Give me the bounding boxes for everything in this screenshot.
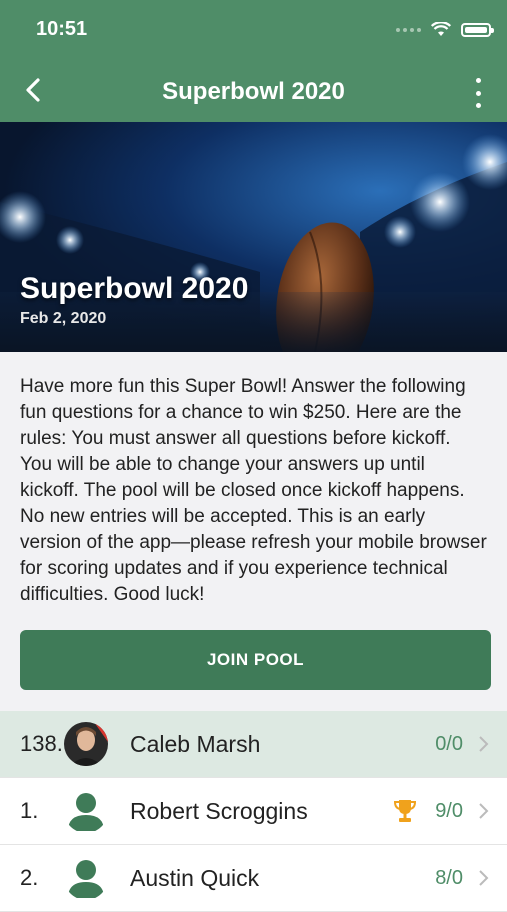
leaderboard-row[interactable]: 2. Austin Quick 8/0 xyxy=(0,845,507,912)
person-icon xyxy=(64,856,108,900)
score: 0/0 xyxy=(435,732,463,755)
leaderboard-row[interactable]: 1. Robert Scroggins 9/0 xyxy=(0,778,507,845)
score: 9/0 xyxy=(435,799,463,822)
signal-icon xyxy=(396,27,421,32)
wifi-icon xyxy=(431,22,451,36)
person-icon xyxy=(64,789,108,833)
hero-date: Feb 2, 2020 xyxy=(20,310,107,327)
chevron-right-icon xyxy=(479,736,489,752)
player-name: Austin Quick xyxy=(130,864,260,891)
join-pool-button[interactable]: JOIN POOL xyxy=(20,630,491,690)
battery-icon xyxy=(461,22,494,37)
page-title: Superbowl 2020 xyxy=(162,78,345,105)
navigation-bar: 10:51 Superbowl 2020 xyxy=(0,0,507,122)
score: 8/0 xyxy=(435,866,463,889)
chevron-right-icon xyxy=(479,870,489,886)
player-name: Robert Scroggins xyxy=(130,797,308,824)
hero-banner: Superbowl 2020 Feb 2, 2020 xyxy=(0,122,507,352)
player-name: Caleb Marsh xyxy=(130,730,261,757)
hero-title: Superbowl 2020 xyxy=(20,272,249,305)
trophy-icon xyxy=(393,800,417,822)
more-options-icon[interactable] xyxy=(473,78,483,108)
rank: 1. xyxy=(20,798,39,823)
chevron-right-icon xyxy=(479,803,489,819)
status-icons xyxy=(396,22,494,37)
status-time: 10:51 xyxy=(36,18,88,40)
pool-description: Have more fun this Super Bowl! Answer th… xyxy=(20,376,487,605)
avatar xyxy=(64,722,108,766)
rank: 2. xyxy=(20,865,39,890)
rank: 138. xyxy=(20,731,63,756)
leaderboard-row-current-user[interactable]: 138. Caleb Marsh 0/0 xyxy=(0,711,507,778)
leaderboard: 138. Caleb Marsh 0/0 1. Robert Scroggins xyxy=(0,711,507,912)
